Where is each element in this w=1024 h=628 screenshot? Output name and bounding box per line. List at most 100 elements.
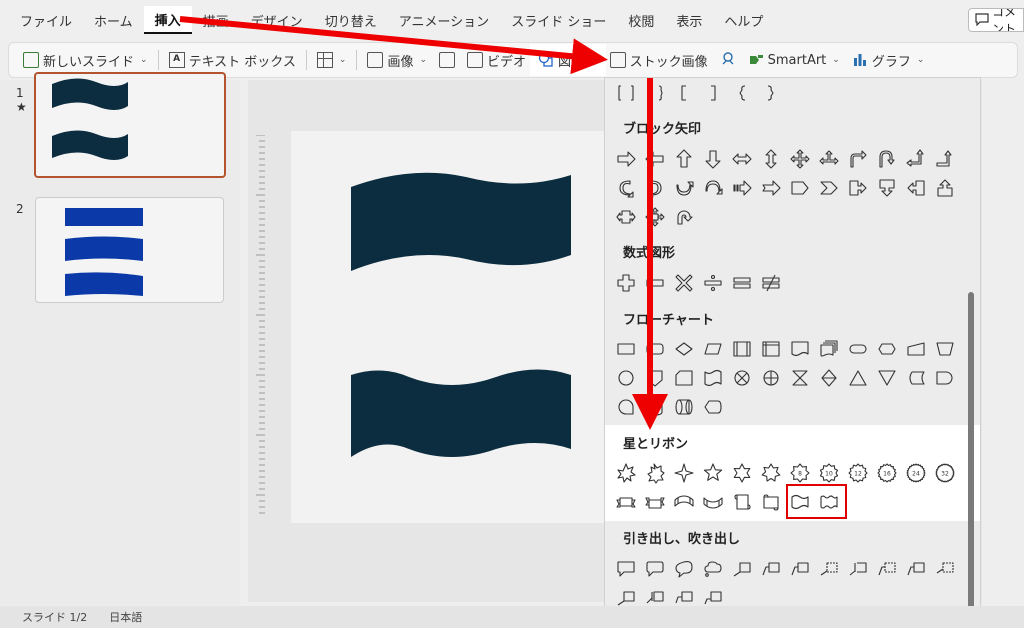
punched-tape-shape-button[interactable] — [698, 363, 727, 392]
slide-thumbnail-1[interactable] — [34, 72, 226, 178]
extract-shape-button[interactable] — [843, 363, 872, 392]
cloud-callout-shape-button[interactable] — [698, 554, 727, 583]
curved-ribbon-up-shape-button[interactable] — [669, 487, 698, 516]
explosion-1-shape-button[interactable] — [611, 458, 640, 487]
plus-shape-button[interactable] — [611, 268, 640, 297]
arrow-up-shape-button[interactable] — [669, 144, 698, 173]
star-6-shape-button[interactable] — [727, 458, 756, 487]
screenshot-button[interactable] — [433, 46, 461, 74]
line-callout-4-shape-button[interactable] — [814, 554, 843, 583]
manual-operation-shape-button[interactable] — [930, 334, 959, 363]
arrow-right-shape-button[interactable] — [611, 144, 640, 173]
circular-arrow-shape-button[interactable] — [669, 202, 698, 231]
direct-access-storage-shape-button[interactable] — [669, 392, 698, 421]
star-7-shape-button[interactable] — [756, 458, 785, 487]
text-box-button[interactable]: A テキスト ボックス — [163, 46, 302, 74]
left-brace-shape-button[interactable] — [727, 78, 756, 107]
connector-shape-button[interactable] — [611, 363, 640, 392]
line-callout-accent-3-shape-button[interactable] — [901, 554, 930, 583]
menu-tab-6[interactable]: アニメーション — [388, 6, 500, 34]
internal-storage-shape-button[interactable] — [756, 334, 785, 363]
stored-data-shape-button[interactable] — [901, 363, 930, 392]
collate-shape-button[interactable] — [785, 363, 814, 392]
vertical-scroll-shape-button[interactable] — [727, 487, 756, 516]
summing-junction-shape-button[interactable] — [727, 363, 756, 392]
double-wave-shape-bottom[interactable] — [351, 369, 571, 457]
striped-right-arrow-shape-button[interactable] — [727, 173, 756, 202]
line-callout-accent-1-shape-button[interactable] — [843, 554, 872, 583]
wave-shape-top[interactable] — [351, 172, 571, 271]
notched-right-arrow-shape-button[interactable] — [756, 173, 785, 202]
equal-shape-button[interactable] — [727, 268, 756, 297]
line-callout-2-shape-button[interactable] — [756, 554, 785, 583]
offpage-connector-shape-button[interactable] — [640, 363, 669, 392]
line-callout-accent-4-shape-button[interactable] — [930, 554, 959, 583]
curved-right-arrow-shape-button[interactable] — [611, 173, 640, 202]
star-24-shape-button[interactable]: 24 — [901, 458, 930, 487]
chevron-arrow-shape-button[interactable] — [814, 173, 843, 202]
menu-tab-0[interactable]: ファイル — [0, 6, 83, 34]
magnetic-disk-shape-button[interactable] — [640, 392, 669, 421]
left-arrow-callout-shape-button[interactable] — [901, 173, 930, 202]
smartart-button[interactable]: SmartArt ⌄ — [742, 46, 846, 74]
icons-button[interactable] — [714, 46, 742, 74]
divide-shape-button[interactable] — [698, 268, 727, 297]
left-up-arrow-shape-button[interactable] — [901, 144, 930, 173]
comment-button[interactable]: コメント — [968, 8, 1024, 32]
menu-tab-3[interactable]: 描画 — [192, 6, 240, 34]
process-shape-button[interactable] — [611, 334, 640, 363]
bent-arrow-shape-button[interactable] — [843, 144, 872, 173]
menu-tab-1[interactable]: ホーム — [83, 6, 144, 34]
alternate-process-shape-button[interactable] — [640, 334, 669, 363]
left-right-up-arrow-shape-button[interactable] — [814, 144, 843, 173]
document-shape-button[interactable] — [785, 334, 814, 363]
menu-tab-5[interactable]: 切り替え — [314, 6, 388, 34]
card-shape-button[interactable] — [669, 363, 698, 392]
curved-left-arrow-shape-button[interactable] — [640, 173, 669, 202]
stock-images-button[interactable]: ストック画像 — [604, 46, 714, 74]
data-shape-button[interactable] — [698, 334, 727, 363]
shapes-button[interactable]: 図形 ⌄ — [530, 44, 606, 76]
up-arrow-callout-shape-button[interactable] — [930, 173, 959, 202]
not-equal-shape-button[interactable] — [756, 268, 785, 297]
explosion-2-shape-button[interactable] — [640, 458, 669, 487]
sequential-access-storage-shape-button[interactable] — [611, 392, 640, 421]
menu-tab-9[interactable]: 表示 — [665, 6, 713, 34]
arrow-left-right-shape-button[interactable] — [727, 144, 756, 173]
arrow-down-shape-button[interactable] — [698, 144, 727, 173]
menu-tab-7[interactable]: スライド ショー — [500, 6, 617, 34]
rounded-rect-callout-shape-button[interactable] — [640, 554, 669, 583]
curved-up-arrow-shape-button[interactable] — [669, 173, 698, 202]
star-16-shape-button[interactable]: 16 — [872, 458, 901, 487]
bent-up-arrow-shape-button[interactable] — [930, 144, 959, 173]
right-arrow-callout-shape-button[interactable] — [843, 173, 872, 202]
multidocument-shape-button[interactable] — [814, 334, 843, 363]
sort-shape-button[interactable] — [814, 363, 843, 392]
ribbon-up-shape-button[interactable] — [611, 487, 640, 516]
quad-arrow-callout-shape-button[interactable] — [640, 202, 669, 231]
delay-shape-button[interactable] — [930, 363, 959, 392]
horizontal-scroll-shape-button[interactable] — [756, 487, 785, 516]
brace-pair-shape-button[interactable] — [640, 78, 669, 107]
slide-thumbnail-2[interactable] — [35, 197, 224, 303]
star-32-shape-button[interactable]: 32 — [930, 458, 959, 487]
image-button[interactable]: 画像 ⌄ — [361, 46, 433, 74]
u-turn-arrow-shape-button[interactable] — [872, 144, 901, 173]
star-8-shape-button[interactable]: 8 — [785, 458, 814, 487]
curved-ribbon-down-shape-button[interactable] — [698, 487, 727, 516]
line-callout-accent-2-shape-button[interactable] — [872, 554, 901, 583]
gallery-scrollbar[interactable] — [968, 292, 974, 610]
preparation-shape-button[interactable] — [872, 334, 901, 363]
star-12-shape-button[interactable]: 12 — [843, 458, 872, 487]
left-bracket-shape-button[interactable] — [669, 78, 698, 107]
star-10-shape-button[interactable]: 10 — [814, 458, 843, 487]
merge-shape-button[interactable] — [872, 363, 901, 392]
predefined-process-shape-button[interactable] — [727, 334, 756, 363]
arrow-up-down-shape-button[interactable] — [756, 144, 785, 173]
quad-arrow-shape-button[interactable] — [785, 144, 814, 173]
rect-callout-shape-button[interactable] — [611, 554, 640, 583]
video-button[interactable]: ビデオ — [461, 46, 532, 74]
manual-input-shape-button[interactable] — [901, 334, 930, 363]
line-callout-3-shape-button[interactable] — [785, 554, 814, 583]
or-shape-button[interactable] — [756, 363, 785, 392]
